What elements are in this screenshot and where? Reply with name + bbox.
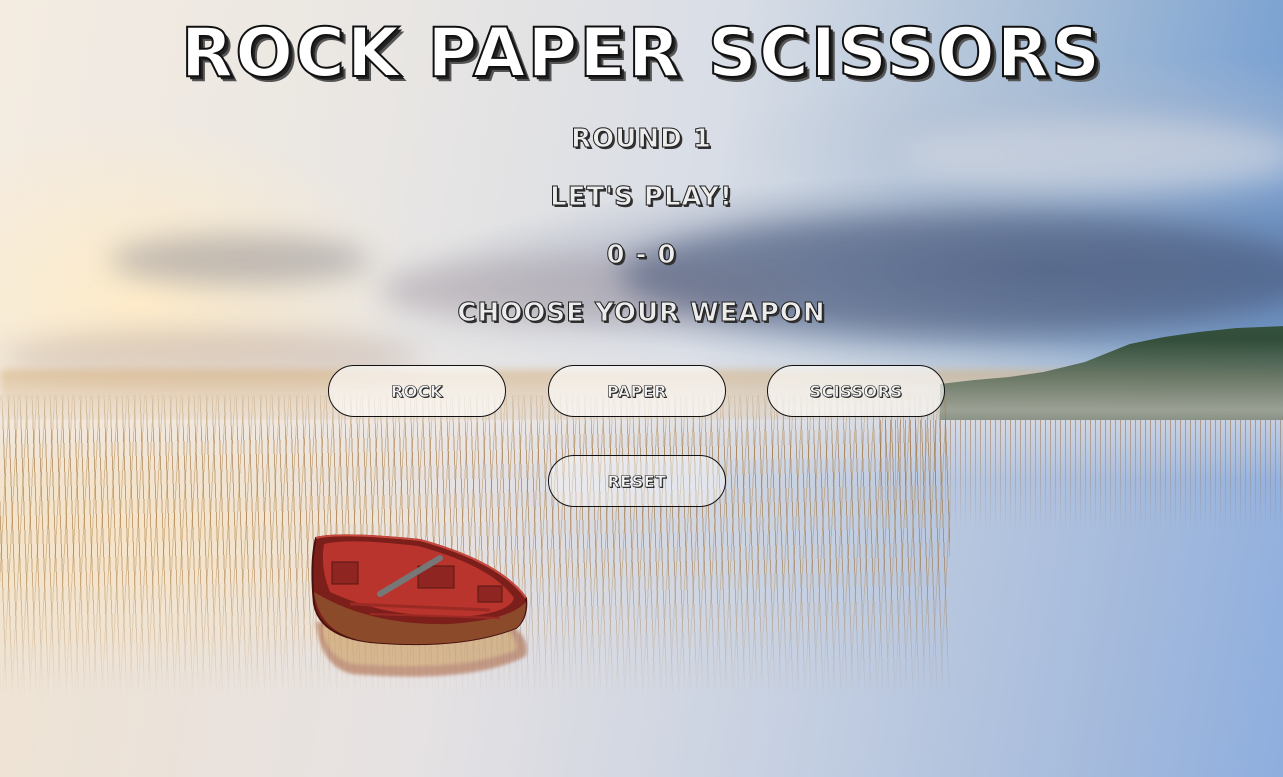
paper-button[interactable]: PAPER (548, 365, 726, 417)
result-message: LET'S PLAY! (550, 182, 733, 213)
game-title: ROCK PAPER SCISSORS (180, 13, 1103, 94)
rock-button[interactable]: ROCK (328, 365, 506, 417)
score-display: 0 - 0 (606, 240, 677, 271)
game-container: ROCK PAPER SCISSORS ROUND 1 LET'S PLAY! … (0, 0, 1283, 777)
scissors-button[interactable]: SCISSORS (767, 365, 945, 417)
round-label: ROUND 1 (571, 124, 712, 155)
choose-weapon-prompt: CHOOSE YOUR WEAPON (457, 298, 826, 329)
reset-button[interactable]: RESET (548, 455, 726, 507)
